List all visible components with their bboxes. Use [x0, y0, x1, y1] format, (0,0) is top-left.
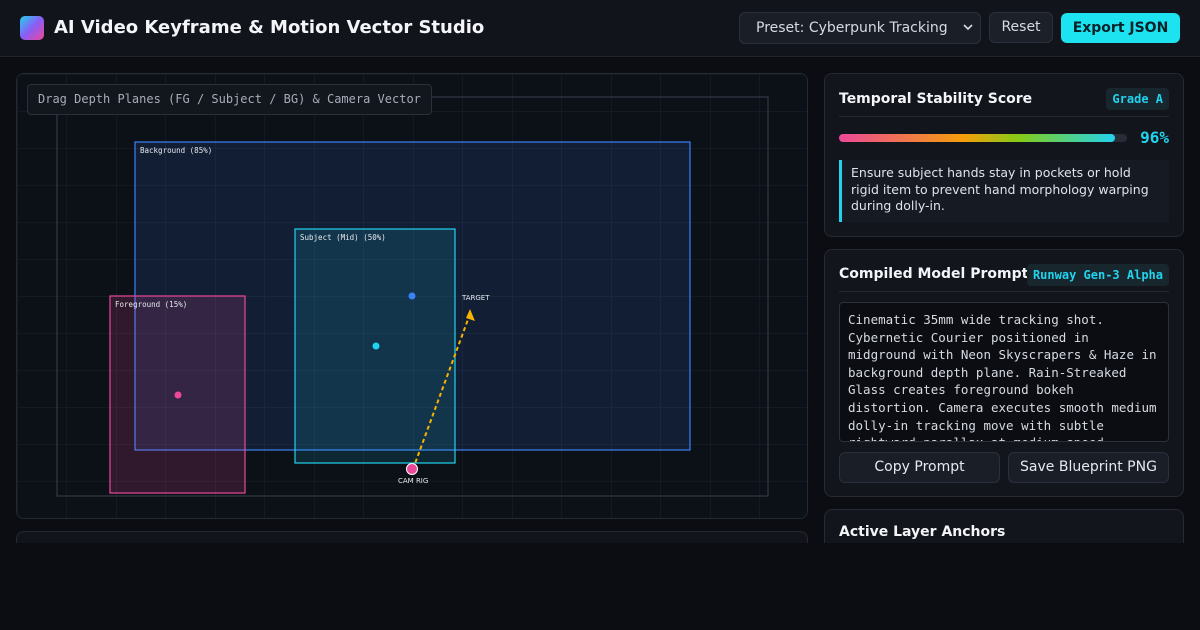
canvas-hint: Drag Depth Planes (FG / Subject / BG) & … — [27, 84, 432, 115]
foreground-plane-label: Foreground (15%) — [115, 300, 187, 309]
chevron-down-icon — [962, 13, 974, 55]
copy-prompt-button[interactable]: Copy Prompt — [839, 452, 1000, 483]
stability-note: Ensure subject hands stay in pockets or … — [839, 160, 1169, 222]
background-anchor-handle[interactable] — [408, 292, 416, 300]
target-label: TARGET — [461, 294, 490, 302]
export-json-button[interactable]: Export JSON — [1061, 13, 1180, 43]
stability-bar-fill — [839, 134, 1116, 142]
save-blueprint-button[interactable]: Save Blueprint PNG — [1008, 452, 1169, 483]
viewport-cutoff — [0, 543, 1200, 630]
depth-plane-canvas[interactable]: Background (85%) Subject (Mid) (50%) For… — [16, 73, 808, 519]
reset-button[interactable]: Reset — [989, 12, 1053, 43]
anchors-title: Active Layer Anchors — [839, 524, 1006, 540]
preset-select-value: Preset: Cyberpunk Tracking — [756, 20, 948, 36]
card-divider — [839, 291, 1169, 292]
model-badge: Runway Gen-3 Alpha — [1026, 264, 1169, 286]
grade-badge: Grade A — [1106, 88, 1169, 110]
app-title: AI Video Keyframe & Motion Vector Studio — [54, 17, 485, 38]
stability-bar — [839, 134, 1127, 142]
canvas-svg: Background (85%) Subject (Mid) (50%) For… — [17, 74, 807, 518]
temporal-stability-card: Temporal Stability Score Grade A 96% Ens… — [824, 73, 1184, 237]
stability-title: Temporal Stability Score — [839, 91, 1033, 107]
app-header: AI Video Keyframe & Motion Vector Studio… — [0, 0, 1200, 57]
compiled-prompt-card: Compiled Model Prompt Runway Gen-3 Alpha… — [824, 249, 1184, 497]
cam-rig-label: CAM RIG — [398, 477, 428, 485]
prompt-textarea[interactable]: Cinematic 35mm wide tracking shot. Cyber… — [839, 302, 1169, 442]
background-plane-label: Background (85%) — [140, 146, 212, 155]
subject-plane-label: Subject (Mid) (50%) — [300, 233, 386, 242]
foreground-anchor-handle[interactable] — [174, 391, 182, 399]
card-divider — [839, 116, 1169, 117]
subject-anchor-handle[interactable] — [372, 342, 380, 350]
camera-rig-handle[interactable] — [406, 463, 418, 475]
prompt-title: Compiled Model Prompt — [839, 266, 1029, 282]
preset-select[interactable]: Preset: Cyberpunk Tracking — [739, 12, 981, 44]
stability-percent: 96% — [1140, 128, 1169, 147]
app-logo-icon — [20, 16, 44, 40]
